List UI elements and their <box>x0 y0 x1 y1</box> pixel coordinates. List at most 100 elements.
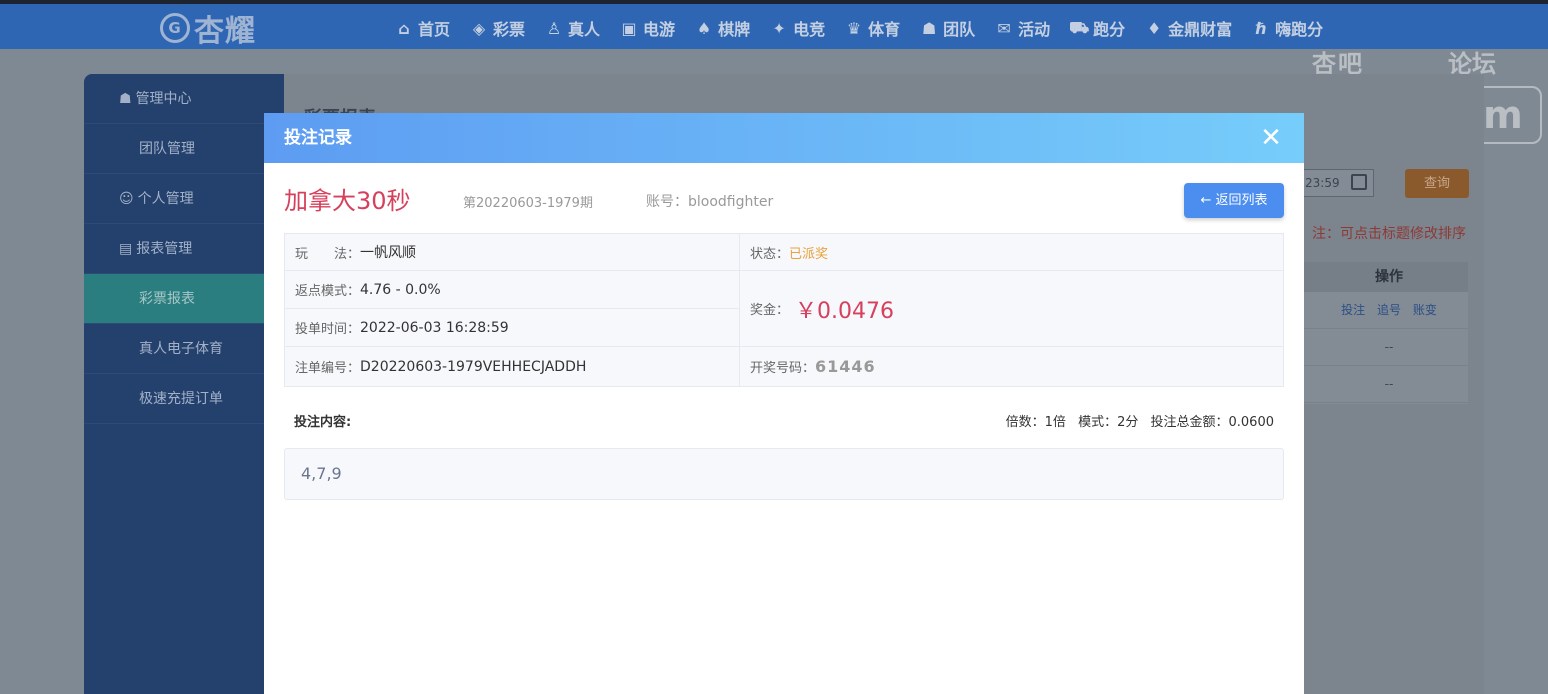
nav-item-10[interactable]: ♦ 金鼎财富 <box>1144 16 1232 40</box>
query-button[interactable]: 查询 <box>1405 169 1469 198</box>
report-table: 操作 投注 追号 账变 -- -- <box>1296 262 1468 404</box>
nav-item-label: 首页 <box>418 20 451 39</box>
nav-item-3[interactable]: ▣ 电游 <box>619 16 675 40</box>
bet-meta: 倍数：1倍 模式：2分 投注总金额：0.0600 <box>998 411 1274 430</box>
sidebar-item-2[interactable]: ☺ 个人管理 <box>84 174 284 224</box>
nav-item-label: 嗨跑分 <box>1275 20 1324 39</box>
table-row: -- <box>1296 366 1468 403</box>
calendar-icon[interactable] <box>1351 174 1367 190</box>
account-label: 账号： <box>646 194 688 210</box>
order-cell: 注单编号： D20220603-1979VEHHECJADDH <box>285 347 740 386</box>
nav-item-0[interactable]: ⌂ 首页 <box>394 16 450 40</box>
sidebar-item-0[interactable]: ☗ 管理中心 <box>84 74 284 124</box>
game-name: 加拿大30秒 <box>284 187 411 215</box>
back-to-list-button[interactable]: ← 返回列表 <box>1184 183 1284 218</box>
user-icon: ☺ <box>119 191 134 207</box>
gamepad-icon: ✦ <box>772 18 786 38</box>
nav-item-6[interactable]: ♛ 体育 <box>844 16 900 40</box>
bet-info-bar: 加拿大30秒 第20220603-1979期 账号：bloodfighter ←… <box>284 181 1284 221</box>
sidebar-item-5[interactable]: 真人电子体育 <box>84 324 284 374</box>
home-icon: ⌂ <box>398 18 410 38</box>
multiplier-text: 倍数：1倍 <box>1005 415 1066 430</box>
draw-label: 开奖号码： <box>750 361 816 376</box>
status-label: 状态： <box>750 246 790 262</box>
top-navbar: G 杏耀 ⌂ 首页 ◈ 彩票 ♙ 真人 ▣ 电游 ♠ 棋牌 ✦ 电竞 ♛ 体育 ☗ 团队 ✉ 活动 ⛟ 跑分 ♦ 金鼎财富… <box>0 0 1548 49</box>
sidebar-item-4[interactable]: 彩票报表 <box>84 274 284 324</box>
issue-number: 第20220603-1979期 <box>463 196 593 211</box>
nav-item-11[interactable]: ℏ 嗨跑分 <box>1251 16 1323 40</box>
modal-header: 投注记录 ✕ <box>264 113 1304 163</box>
row-action-chase[interactable]: 追号 <box>1377 303 1401 317</box>
prize-value: ￥0.0476 <box>795 298 894 324</box>
account-value: bloodfighter <box>688 194 774 210</box>
nav-item-7[interactable]: ☗ 团队 <box>919 16 975 40</box>
hi-icon: ℏ <box>1255 18 1267 38</box>
total-amount-text: 投注总金额：0.0600 <box>1150 415 1275 430</box>
sidebar-item-label: 彩票报表 <box>139 291 195 307</box>
draw-value: 61446 <box>815 357 876 376</box>
close-icon[interactable]: ✕ <box>1258 125 1284 151</box>
status-cell: 状态： 已派奖 <box>740 234 1283 271</box>
nav-item-2[interactable]: ♙ 真人 <box>544 16 600 40</box>
main-nav: ⌂ 首页 ◈ 彩票 ♙ 真人 ▣ 电游 ♠ 棋牌 ✦ 电竞 ♛ 体育 ☗ 团队 ✉ 活动 ⛟ 跑分 ♦ 金鼎财富 ℏ 嗨跑分 <box>394 12 1342 44</box>
rebate-label: 返点模式： <box>295 284 361 299</box>
row-action-balance[interactable]: 账变 <box>1413 303 1437 317</box>
arrow-left-icon: ← <box>1200 193 1212 208</box>
nav-item-label: 体育 <box>868 20 901 39</box>
prize-cell: 奖金： ￥0.0476 <box>740 271 1283 347</box>
logo-mark-icon: G <box>160 13 190 43</box>
nav-item-label: 活动 <box>1018 20 1051 39</box>
order-label: 注单编号： <box>295 361 361 376</box>
report-icon: ▤ <box>119 241 133 257</box>
content-label: 投注内容: <box>294 415 352 430</box>
sidebar-item-label: 极速充提订单 <box>139 391 223 407</box>
table-row: 投注 追号 账变 <box>1296 292 1468 329</box>
mode-text: 模式：2分 <box>1078 415 1139 430</box>
play-label: 玩 法： <box>295 246 361 262</box>
trophy-icon: ♛ <box>846 18 862 38</box>
table-header-actions[interactable]: 操作 <box>1296 262 1468 292</box>
live-icon: ♙ <box>546 18 562 38</box>
sidebar-item-label: 管理中心 <box>135 91 192 107</box>
status-badge: 已派奖 <box>789 246 829 262</box>
bet-detail-table: 玩 法： 一帆风顺 状态： 已派奖 返点模式： 4.76 - 0.0% 投单时间： 20… <box>284 233 1284 387</box>
sidebar: ☗ 管理中心 团队管理 ☺ 个人管理 ▤ 报表管理 彩票报表 真人电子体育 极速充提订单 <box>84 74 284 694</box>
nav-item-8[interactable]: ✉ 活动 <box>994 16 1050 40</box>
nav-item-label: 电游 <box>643 20 676 39</box>
nav-item-label: 跑分 <box>1093 20 1126 39</box>
nav-item-9[interactable]: ⛟ 跑分 <box>1069 16 1125 40</box>
nav-item-label: 棋牌 <box>718 20 751 39</box>
nav-item-label: 团队 <box>943 20 976 39</box>
nav-item-1[interactable]: ◈ 彩票 <box>469 16 525 40</box>
nav-item-label: 金鼎财富 <box>1168 20 1233 39</box>
order-value: D20220603-1979VEHHECJADDH <box>360 358 587 375</box>
draw-cell: 开奖号码： 61446 <box>740 347 1283 386</box>
sort-note: 注：可点击标题修改排序 <box>1312 226 1466 242</box>
play-cell: 玩 法： 一帆风顺 <box>285 234 740 271</box>
account-info: 账号：bloodfighter <box>646 191 773 211</box>
bet-record-modal: 投注记录 ✕ 加拿大30秒 第20220603-1979期 账号：bloodfi… <box>264 113 1304 694</box>
end-date-input[interactable]: 23:59 <box>1296 169 1374 197</box>
row-action-bet[interactable]: 投注 <box>1341 303 1365 317</box>
sidebar-item-3[interactable]: ▤ 报表管理 <box>84 224 284 274</box>
logo-text: 杏耀 <box>194 14 256 49</box>
nav-item-label: 电竞 <box>793 20 826 39</box>
play-value: 一帆风顺 <box>360 245 417 261</box>
rebate-cell: 返点模式： 4.76 - 0.0% <box>285 271 740 309</box>
time-label: 投单时间： <box>295 322 361 337</box>
time-value: 2022-06-03 16:28:59 <box>360 319 509 336</box>
gift-icon: ✉ <box>997 18 1011 38</box>
sidebar-item-label: 团队管理 <box>139 141 195 157</box>
sidebar-item-6[interactable]: 极速充提订单 <box>84 374 284 424</box>
cards-icon: ♠ <box>696 18 712 38</box>
nav-item-4[interactable]: ♠ 棋牌 <box>694 16 750 40</box>
prize-label: 奖金： <box>750 303 790 318</box>
sidebar-item-1[interactable]: 团队管理 <box>84 124 284 174</box>
table-row: -- <box>1296 329 1468 366</box>
car-icon: ⛟ <box>1069 17 1090 37</box>
nav-item-5[interactable]: ✦ 电竞 <box>769 16 825 40</box>
sidebar-item-label: 个人管理 <box>137 191 194 207</box>
sidebar-item-label: 真人电子体育 <box>139 341 223 357</box>
back-label: 返回列表 <box>1215 193 1268 208</box>
site-logo[interactable]: G 杏耀 <box>160 10 256 49</box>
